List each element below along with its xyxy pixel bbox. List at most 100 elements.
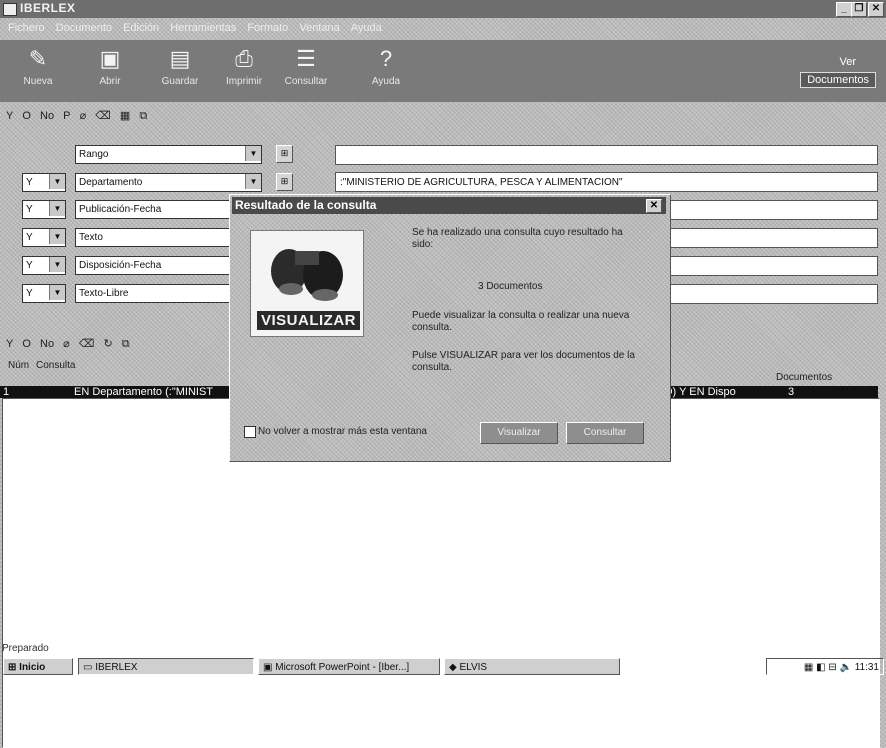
field-select-rango[interactable]: Rango ▼ [75,145,262,164]
erase-icon[interactable]: ⌫ [95,106,111,126]
value-field-texto[interactable] [660,228,878,248]
operators-toolbar: Y O No P ⌀ ⌫ ▦ ⧉ [0,106,306,126]
maximize-button[interactable]: ❐ [851,2,867,17]
toolbar-button-consultar[interactable]: ☰ Consultar [276,46,336,98]
visualizar-button[interactable]: Visualizar [480,422,558,444]
operator-select[interactable]: Y ▼ [22,173,66,192]
menu-edicion[interactable]: Edición [123,20,159,37]
query-icon: ☰ [296,46,316,71]
dialog-count: 3 Documentos [478,281,543,292]
history-toolbar: Y O No ⌀ ⌫ ↻ ⧉ [0,333,246,355]
operator-y-button[interactable]: Y [6,106,13,126]
menu-ventana[interactable]: Ventana [299,20,339,37]
close-button[interactable]: ✕ [868,2,884,17]
value-field-departamento[interactable]: :"MINISTERIO DE AGRICULTURA, PESCA Y ALI… [335,172,878,192]
dialog-title: Resultado de la consulta [235,198,377,212]
task-label: ELVIS [459,662,488,673]
toolbar-button-guardar[interactable]: ▤ Guardar [150,46,210,98]
menu-bar: Fichero Documento Edición Herramientas F… [0,20,886,37]
save-icon: ▤ [169,46,191,71]
value-field-texto-libre[interactable] [660,284,878,304]
operator-no-button[interactable]: No [40,334,54,354]
list-icon[interactable]: ▦ [120,106,130,126]
main-toolbar: ✎ Nueva ▣ Abrir ▤ Guardar ⎙ Imprimir ☰ C… [0,40,886,102]
value-field-publicacion-fecha[interactable] [660,200,878,220]
toolbar-button-abrir[interactable]: ▣ Abrir [80,46,140,98]
status-bar: Preparado [0,643,886,655]
operator-o-button[interactable]: O [22,106,31,126]
chevron-down-icon[interactable]: ▼ [49,257,65,272]
chevron-down-icon[interactable]: ▼ [49,201,65,216]
title-bar[interactable]: IBERLEX _ ❐ ✕ [0,0,886,18]
chevron-down-icon[interactable]: ▼ [245,174,261,189]
refresh-icon[interactable]: ↻ [103,334,112,354]
column-header-num[interactable]: Núm [8,360,29,371]
dialog-text-instructions: Pulse VISUALIZAR para ver los documentos… [412,350,635,373]
chevron-down-icon[interactable]: ▼ [49,229,65,244]
field-select-departamento[interactable]: Departamento ▼ [75,173,262,192]
task-label: IBERLEX [95,662,138,673]
chevron-down-icon[interactable]: ▼ [49,174,65,189]
operator-select[interactable]: Y ▼ [22,200,66,219]
row-num: 1 [3,386,10,398]
status-text: Preparado [2,643,49,654]
new-query-icon: ✎ [28,46,48,71]
operator-select[interactable]: Y ▼ [22,228,66,247]
dialog-title-bar[interactable]: Resultado de la consulta ✕ [232,197,666,214]
taskbar-item-elvis[interactable]: ◆ ELVIS [444,658,620,675]
toolbar-button-nueva[interactable]: ✎ Nueva [8,46,68,98]
operator-y-button[interactable]: Y [6,334,13,354]
toolbar-label: Guardar [161,76,199,87]
app-icon[interactable] [3,3,17,16]
operator-value: Y [26,204,33,215]
toolbar-button-ayuda[interactable]: ? Ayuda [356,46,416,98]
ver-documentos-button[interactable]: Ver Documentos [778,50,878,92]
clear-icon[interactable]: ⌀ [63,334,70,354]
chevron-down-icon[interactable]: ▼ [245,146,261,161]
operator-value: Y [26,177,33,188]
menu-herramientas[interactable]: Herramientas [170,20,236,37]
dictionary-icon[interactable]: ⊞ [276,145,293,163]
value-field-disposicion-fecha[interactable] [660,256,878,276]
operator-no-button[interactable]: No [40,106,54,126]
toolbar-button-imprimir[interactable]: ⎙ Imprimir [214,46,274,98]
chevron-down-icon[interactable]: ▼ [49,285,65,300]
dictionary-icon[interactable]: ⊞ [276,173,293,191]
erase-icon[interactable]: ⌫ [79,334,95,354]
windows-logo-icon: ⊞ [8,662,20,673]
field-name: Texto-Libre [79,288,129,299]
operator-o-button[interactable]: O [22,334,31,354]
documentos-label: Documentos [800,72,876,88]
taskbar-item-powerpoint[interactable]: ▣ Microsoft PowerPoint - [Iber...] [258,658,440,675]
consultar-button[interactable]: Consultar [566,422,644,444]
dont-show-again-label[interactable]: No volver a mostrar más esta ventana [258,426,427,438]
app-icon: ▭ [83,662,96,673]
operator-p-button[interactable]: P [63,106,70,126]
combine-icon[interactable]: ⧉ [122,334,130,354]
task-label: Microsoft PowerPoint - [Iber...] [275,662,410,673]
field-name: Rango [79,149,109,160]
system-tray: ▦ ◧ ⊟ 🔈 11:31 [766,658,884,675]
copy-icon[interactable]: ⧉ [139,106,147,126]
elvis-icon: ◆ [449,662,460,673]
column-header-documentos[interactable]: Documentos [776,372,832,383]
tray-icons[interactable]: ▦ ◧ ⊟ 🔈 [804,662,855,673]
start-button[interactable]: ⊞ Inicio [3,658,73,675]
result-dialog: Resultado de la consulta ✕ VISUALIZAR Se… [229,194,671,462]
menu-documento[interactable]: Documento [56,20,112,37]
field-name: Departamento [79,177,143,188]
column-header-consulta[interactable]: Consulta [36,360,75,371]
clear-icon[interactable]: ⌀ [80,106,87,126]
value-field-rango[interactable] [335,145,878,165]
toolbar-label: Ayuda [371,76,401,87]
dialog-close-button[interactable]: ✕ [646,199,662,213]
menu-ayuda[interactable]: Ayuda [351,20,382,37]
operator-select[interactable]: Y ▼ [22,256,66,275]
menu-formato[interactable]: Formato [247,20,288,37]
window-title: IBERLEX [20,1,76,15]
taskbar-item-iberlex[interactable]: ▭ IBERLEX [78,658,254,675]
operator-select[interactable]: Y ▼ [22,284,66,303]
menu-fichero[interactable]: Fichero [8,20,45,37]
dont-show-again-checkbox[interactable] [244,426,256,438]
minimize-button[interactable]: _ [836,2,852,17]
